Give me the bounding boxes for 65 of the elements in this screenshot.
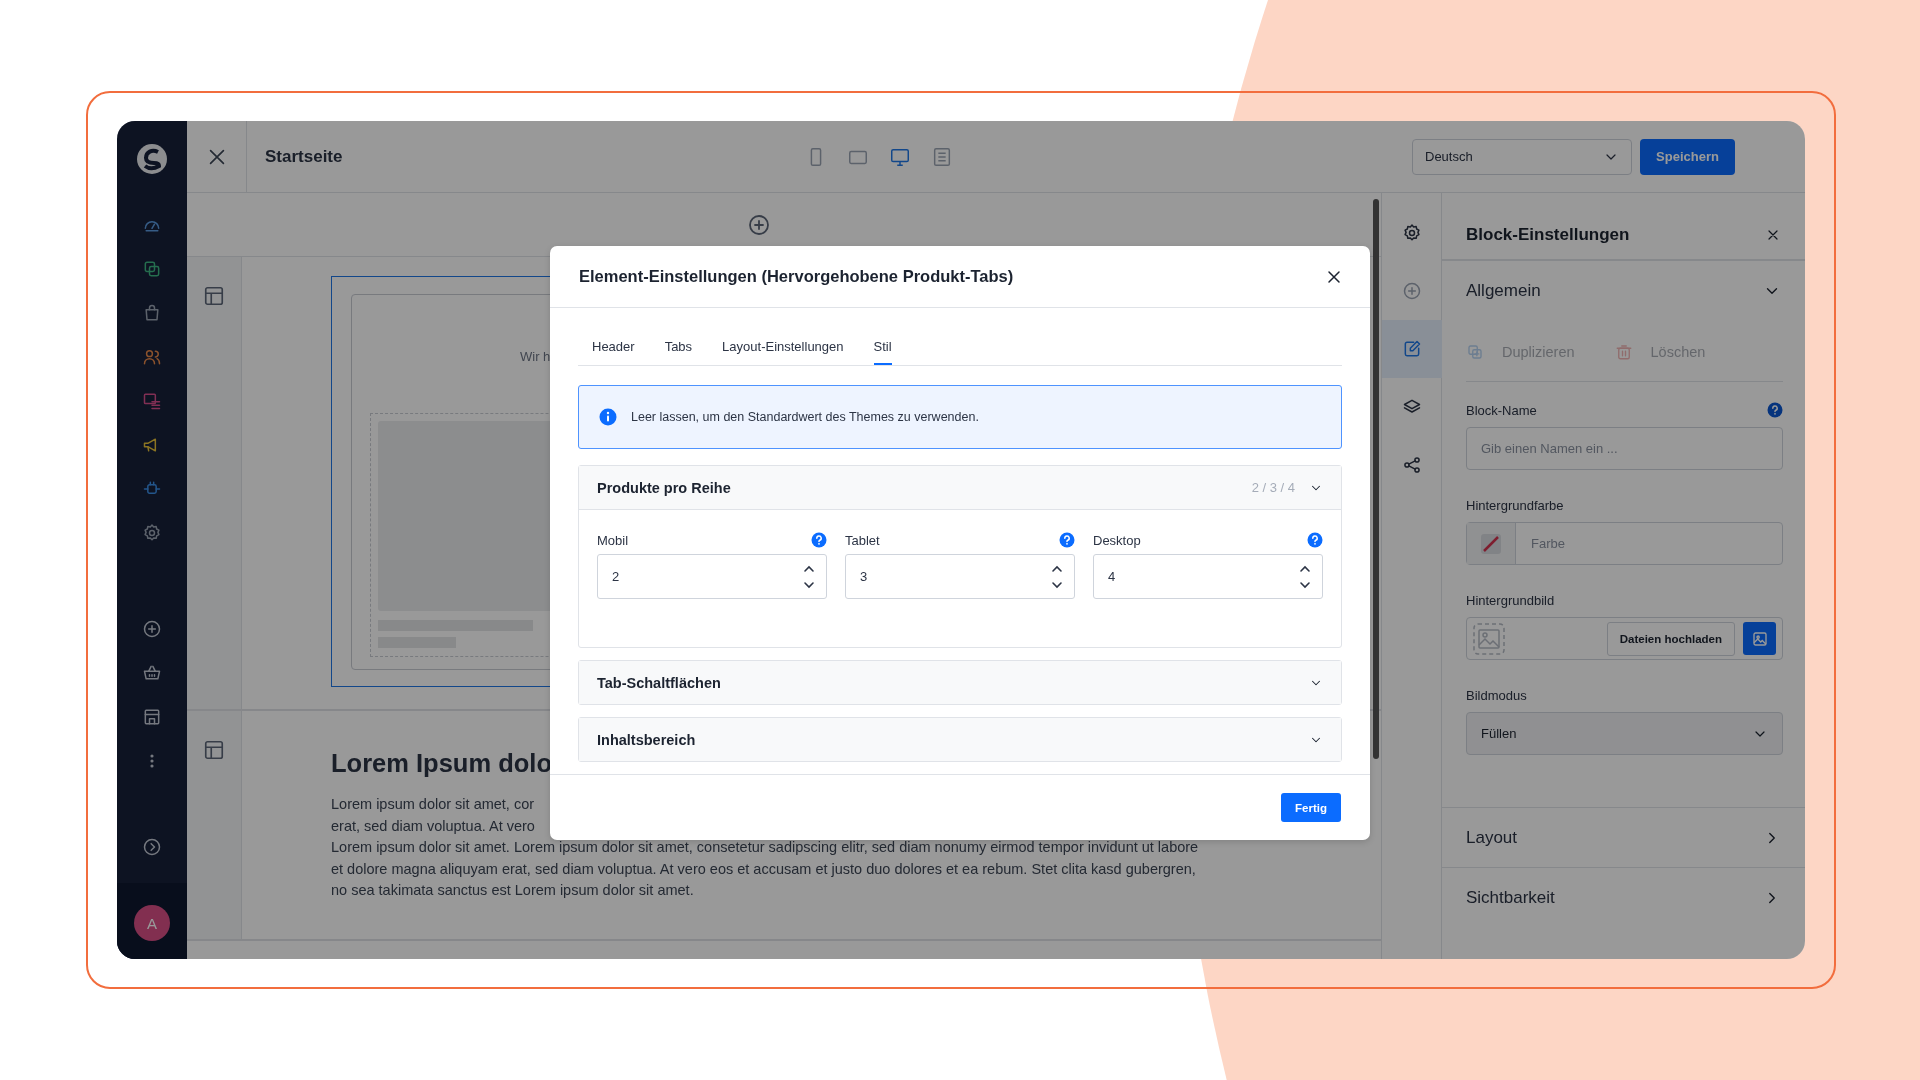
field-label: Hintergrundbild: [1466, 593, 1555, 608]
help-icon[interactable]: [1767, 402, 1783, 418]
basket-icon[interactable]: [142, 663, 162, 683]
field-label: Block-Name: [1466, 402, 1537, 418]
field-label: Bildmodus: [1466, 688, 1527, 703]
field-label: Mobil: [597, 532, 629, 548]
modal-title: Element-Einstellungen (Hervorgehobene Produkt-Tabs): [579, 267, 1014, 286]
panel-title: Block-Einstellungen: [1466, 225, 1630, 245]
paragraph-line: et dolore magna aliquyam erat, sed diam voluptua. At vero eos et accusam et justo duo dolores et ea rebum. Stet clita kasd gubergren,: [331, 859, 1196, 879]
section-heading: Lorem Ipsum dolo: [331, 749, 552, 778]
number-field[interactable]: 3: [845, 554, 1075, 599]
no-color-swatch-icon: [1480, 532, 1502, 555]
copy-icon[interactable]: [142, 259, 162, 279]
chevron-right-circle-icon[interactable]: [142, 837, 162, 857]
accordion-title: Produkte pro Reihe: [597, 479, 731, 496]
users-icon[interactable]: [142, 347, 162, 367]
teaser-text: Wir h: [520, 349, 551, 364]
layout-icon[interactable]: [203, 739, 225, 761]
info-text: Leer lassen, um den Standardwert des Themes zu verwenden.: [631, 410, 979, 424]
add-circle-icon[interactable]: [142, 619, 162, 639]
settings-icon: [1401, 223, 1422, 243]
save-button[interactable]: Speichern: [1640, 138, 1735, 175]
field-label: Tablet: [845, 532, 880, 548]
tab[interactable]: Layout-Einstellungen: [722, 339, 844, 365]
settings-icon[interactable]: [142, 523, 162, 543]
accordion-title: Inhaltsbereich: [597, 731, 696, 748]
language-select[interactable]: Deutsch: [1412, 138, 1632, 175]
paragraph-line: Lorem ipsum dolor sit amet. Lorem ipsum dolor sit amet, consetetur sadipscing elitr, sed diam nonumy eirmod tempor invidunt ut labore: [331, 838, 1199, 858]
accordion-header[interactable]: Tab-Schaltflächen: [579, 661, 1341, 704]
content-list-icon[interactable]: [142, 391, 162, 411]
paragraph-line: Lorem ipsum dolor sit amet, cor: [331, 795, 535, 814]
image-mode-select[interactable]: Füllen: [1466, 712, 1783, 755]
store-icon[interactable]: [142, 707, 162, 727]
accordion-title: Tab-Schaltflächen: [597, 674, 721, 691]
accordion-header[interactable]: Inhaltsbereich: [579, 718, 1341, 761]
tab[interactable]: Tabs: [664, 339, 693, 365]
add-section-icon[interactable]: [747, 212, 771, 237]
bag-icon[interactable]: [142, 303, 162, 323]
accordion-summary: 2 / 3 / 4: [1251, 480, 1295, 495]
accordion-header[interactable]: Produkte pro Reihe 2 / 3 / 4: [579, 466, 1341, 510]
scrollbar[interactable]: [1373, 199, 1379, 759]
number-field[interactable]: 2: [597, 554, 827, 599]
page-title: Startseite: [265, 146, 344, 167]
paragraph-line: no sea takimata sanctus est Lorem ipsum dolor sit amet.: [331, 881, 694, 901]
field-label: Hintergrundfarbe: [1466, 498, 1564, 513]
logo-icon: [136, 143, 168, 175]
share-icon: [1401, 455, 1422, 475]
layout-icon[interactable]: [203, 285, 225, 307]
done-button[interactable]: Fertig: [1281, 793, 1341, 822]
list-view-icon[interactable]: [931, 145, 953, 168]
tab[interactable]: Stil: [873, 339, 892, 365]
info-icon: [599, 408, 617, 426]
upload-button[interactable]: Dateien hochladen: [1606, 621, 1735, 656]
media-button[interactable]: [1743, 622, 1776, 655]
help-icon[interactable]: [1059, 532, 1075, 548]
image-placeholder-icon: [1473, 622, 1505, 655]
add-circle-icon: [1401, 281, 1422, 301]
number-field[interactable]: 4: [1093, 554, 1323, 599]
help-icon[interactable]: [1307, 532, 1323, 548]
help-icon[interactable]: [811, 532, 827, 548]
edit-tab[interactable]: [1381, 320, 1442, 378]
tab[interactable]: Header: [592, 339, 635, 365]
paragraph-line: erat, sed diam voluptua. At vero: [331, 816, 535, 836]
image-icon: [1750, 629, 1769, 648]
field-label: Desktop: [1093, 532, 1141, 548]
